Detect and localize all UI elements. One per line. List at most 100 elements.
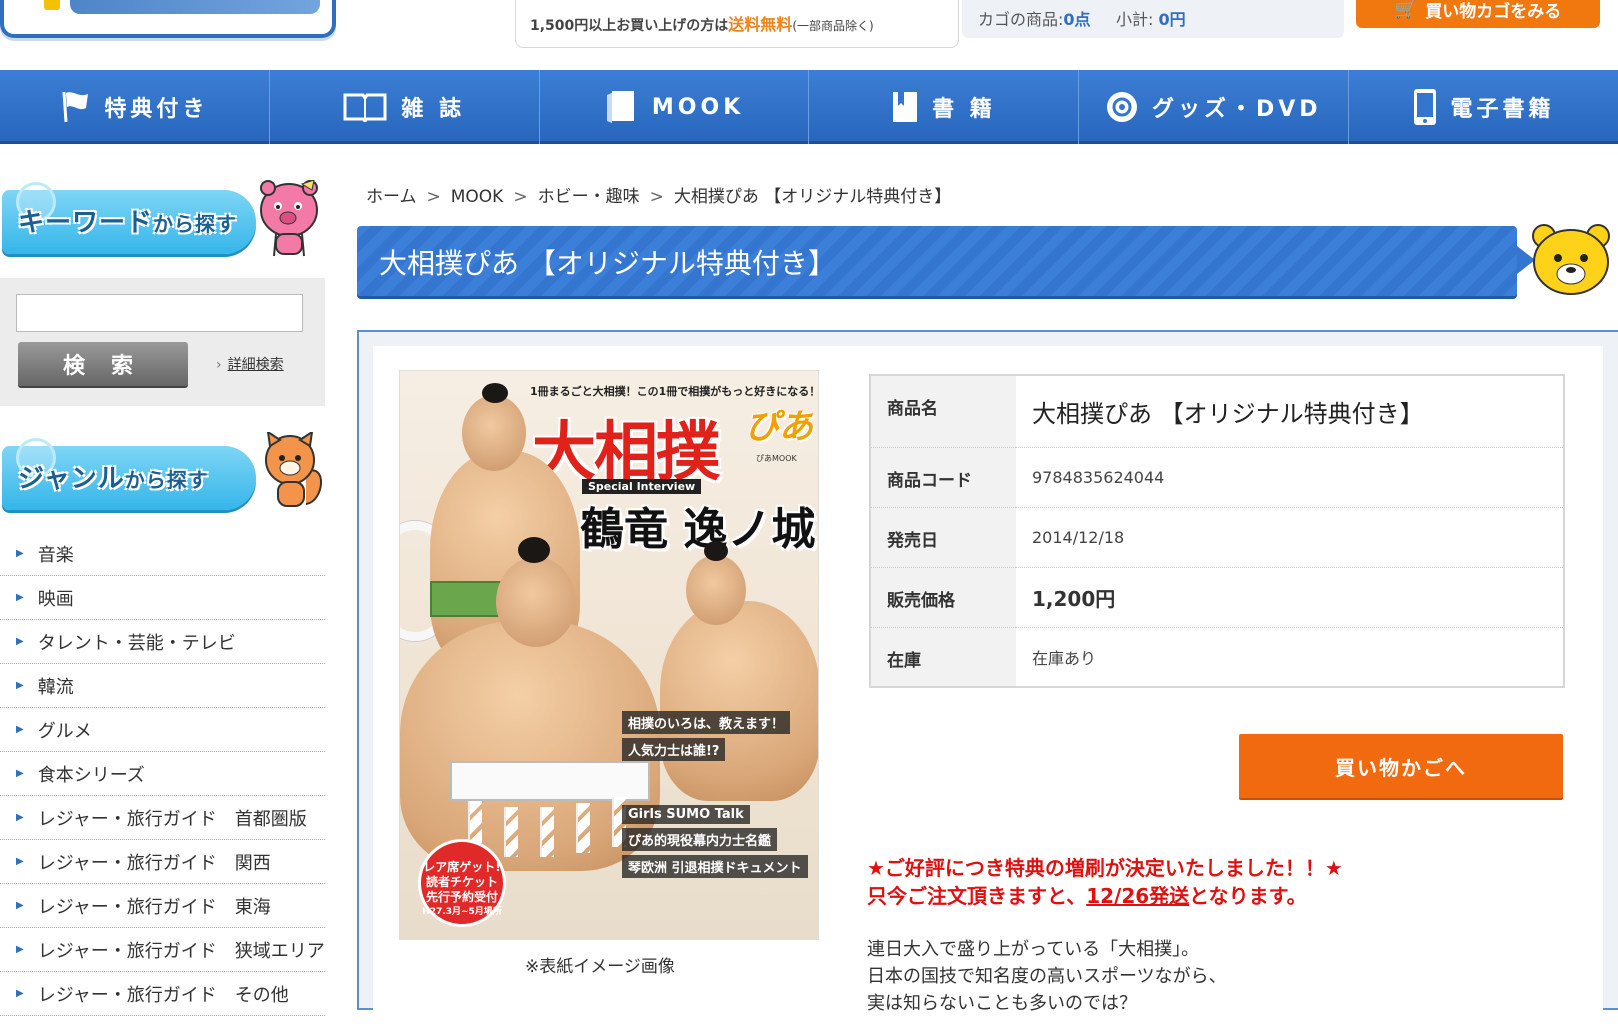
- disc-icon: [1106, 91, 1138, 123]
- site-header: 1,500円以上お買い上げの方は送料無料(一部商品除く) カゴの商品:0点 小計…: [0, 0, 1618, 70]
- genre-label: 韓流: [37, 676, 74, 698]
- genre-item[interactable]: ▶ レジャー・旅行ガイド 首都圏版: [0, 796, 325, 840]
- pig-mascot-icon: [260, 180, 318, 257]
- title-banner: 大相撲ぴあ 【オリジナル特典付き】: [357, 226, 1535, 296]
- breadcrumb-separator-icon: >: [649, 187, 664, 207]
- squirrel-mascot-icon: [265, 432, 322, 507]
- logo-wordmark: [70, 0, 320, 14]
- genre-item[interactable]: ▶ 映画: [0, 576, 325, 620]
- flag-icon: [60, 90, 90, 124]
- breadcrumb: ホーム > MOOK > ホビー・趣味 > 大相撲ぴあ 【オリジナル特典付き】: [366, 182, 951, 207]
- nav-item-goods-dvd[interactable]: グッズ・DVD: [1079, 70, 1350, 144]
- genre-item[interactable]: ▶ 音楽: [0, 532, 325, 576]
- nav-item-ebooks[interactable]: 電子書籍: [1349, 70, 1618, 144]
- genre-label: レジャー・旅行ガイド 首都圏版: [37, 808, 307, 830]
- genre-item[interactable]: ▶ レジャー・旅行ガイド 関西: [0, 840, 325, 884]
- genre-label: 音楽: [37, 544, 74, 566]
- product-box: 1冊まるごと大相撲！この1冊で相撲がもっと好きになる！ 大相撲 ぴあ ぴあMOO…: [357, 330, 1618, 1026]
- genre-label: グルメ: [37, 720, 92, 742]
- mook-icon: [604, 89, 638, 125]
- triangle-right-icon: ▶: [16, 636, 24, 647]
- genre-search-banner: ジャンルから探す: [0, 432, 325, 522]
- price-value: 1,200円: [1016, 567, 1564, 628]
- genre-item[interactable]: ▶ レジャー・旅行ガイド 東海: [0, 884, 325, 928]
- advanced-search-link[interactable]: › 詳細検索: [216, 354, 284, 374]
- spec-row-stock: 在庫 在庫あり: [870, 627, 1564, 687]
- global-nav: 特典付き 雑 誌 MOOK 書 籍 グッズ・DVD 電子書籍: [0, 70, 1618, 144]
- triangle-right-icon: ▶: [16, 900, 24, 911]
- product-code-value: 9784835624044: [1016, 447, 1564, 508]
- nav-item-mook[interactable]: MOOK: [540, 70, 810, 144]
- cover-feature-list: 相撲のいろは、教えます！ 人気力士は誰!? Girls SUMO Talk ぴあ…: [622, 711, 812, 882]
- breadcrumb-separator-icon: >: [513, 187, 528, 207]
- cart-item-count: 0点: [1063, 10, 1091, 29]
- triangle-right-icon: ▶: [16, 988, 24, 999]
- release-date-value: 2014/12/18: [1016, 507, 1564, 568]
- bonus-notice: ★ご好評につき特典の増刷が決定いたしました！！★ 只今ご注文頂きますと、12/2…: [867, 856, 1343, 908]
- genre-label: 食本シリーズ: [37, 764, 145, 786]
- product-name-value: 大相撲ぴあ 【オリジナル特典付き】: [1016, 375, 1564, 448]
- cart-subtotal: 0円: [1158, 10, 1186, 29]
- spec-label: 在庫: [870, 627, 1016, 687]
- product-description: 連日大入で盛り上がっている「大相撲」。 日本の国技で知名度の高いスポーツながら、…: [867, 939, 1227, 1014]
- triangle-right-icon: ▶: [16, 680, 24, 691]
- breadcrumb-hobby[interactable]: ホビー・趣味: [538, 187, 640, 207]
- spec-label: 発売日: [870, 507, 1016, 568]
- logo-mark: [44, 0, 60, 10]
- genre-item[interactable]: ▶ 韓流: [0, 664, 325, 708]
- genre-label: レジャー・旅行ガイド その他: [37, 984, 289, 1006]
- genre-item[interactable]: ▶ タレント・芸能・テレビ: [0, 620, 325, 664]
- nav-item-tokuten[interactable]: 特典付き: [0, 70, 270, 144]
- book-icon: [892, 91, 918, 123]
- genre-item[interactable]: ▶ 食本シリーズ: [0, 752, 325, 796]
- site-logo[interactable]: [0, 0, 336, 38]
- cart-summary: カゴの商品:0点 小計: 0円: [962, 0, 1344, 38]
- add-to-cart-button[interactable]: 買い物かごへ: [1239, 734, 1563, 798]
- free-shipping-label: 送料無料: [728, 15, 793, 34]
- search-panel: 検 索 › 詳細検索: [0, 278, 325, 406]
- nav-item-magazine[interactable]: 雑 誌: [270, 70, 540, 144]
- spec-row-code: 商品コード 9784835624044: [870, 447, 1564, 508]
- cover-caption: ※表紙イメージ画像: [525, 957, 675, 977]
- cart-icon: 🛒: [1394, 0, 1418, 20]
- keyword-search-input[interactable]: [16, 294, 303, 332]
- spec-row-price: 販売価格 1,200円: [870, 567, 1564, 628]
- genre-list: ▶ 音楽 ▶ 映画 ▶ タレント・芸能・テレビ ▶ 韓流 ▶ グルメ ▶ 食本シリーズ ▶ レジャー・旅行…: [0, 532, 325, 1016]
- search-button[interactable]: 検 索: [18, 342, 188, 386]
- wrestler-head: [462, 395, 526, 471]
- spec-row-release-date: 発売日 2014/12/18: [870, 507, 1564, 568]
- breadcrumb-current: 大相撲ぴあ 【オリジナル特典付き】: [673, 187, 952, 207]
- triangle-right-icon: ▶: [16, 812, 24, 823]
- keyword-search-banner: キーワードから探す: [0, 180, 325, 266]
- genre-item[interactable]: ▶ レジャー・旅行ガイド 狭域エリア: [0, 928, 325, 972]
- product-spec-table: 商品名 大相撲ぴあ 【オリジナル特典付き】 商品コード 978483562404…: [869, 374, 1565, 688]
- stock-value: 在庫あり: [1032, 648, 1097, 668]
- triangle-right-icon: ▶: [16, 548, 24, 559]
- view-cart-button[interactable]: 🛒 買い物カゴをみる: [1356, 0, 1600, 28]
- genre-label: レジャー・旅行ガイド 東海: [37, 896, 271, 918]
- ship-date: 12/26発送: [1086, 884, 1190, 908]
- page-title: 大相撲ぴあ 【オリジナル特典付き】: [379, 247, 836, 280]
- sidebar: キーワードから探す 検 索 › 詳細検索 ジャンルから探す ▶ 音楽 ▶ 映画 …: [0, 180, 325, 1016]
- wrestler-head: [496, 557, 576, 647]
- open-book-icon: [343, 92, 387, 122]
- shipping-note: 1,500円以上お買い上げの方は送料無料(一部商品除く): [530, 15, 874, 34]
- genre-label: レジャー・旅行ガイド 狭域エリア: [37, 940, 325, 962]
- smartphone-icon: [1413, 88, 1437, 126]
- bear-mascot-icon: [1532, 224, 1610, 295]
- product-cover-image[interactable]: 1冊まるごと大相撲！この1冊で相撲がもっと好きになる！ 大相撲 ぴあ ぴあMOO…: [399, 370, 819, 940]
- triangle-right-icon: ▶: [16, 944, 24, 955]
- breadcrumb-mook[interactable]: MOOK: [451, 187, 504, 207]
- genre-item[interactable]: ▶ レジャー・旅行ガイド その他: [0, 972, 325, 1016]
- spec-label: 商品コード: [870, 447, 1016, 508]
- shipping-info-box: 1,500円以上お買い上げの方は送料無料(一部商品除く): [515, 0, 959, 48]
- genre-item[interactable]: ▶ グルメ: [0, 708, 325, 752]
- triangle-right-icon: ▶: [16, 768, 24, 779]
- chevron-right-icon: ›: [216, 357, 222, 373]
- breadcrumb-home[interactable]: ホーム: [366, 187, 417, 207]
- nav-item-books[interactable]: 書 籍: [809, 70, 1080, 144]
- spec-row-name: 商品名 大相撲ぴあ 【オリジナル特典付き】: [870, 375, 1564, 448]
- spec-label: 商品名: [870, 375, 1016, 448]
- product-panel: 1冊まるごと大相撲！この1冊で相撲がもっと好きになる！ 大相撲 ぴあ ぴあMOO…: [373, 346, 1603, 1026]
- spec-label: 販売価格: [870, 567, 1016, 628]
